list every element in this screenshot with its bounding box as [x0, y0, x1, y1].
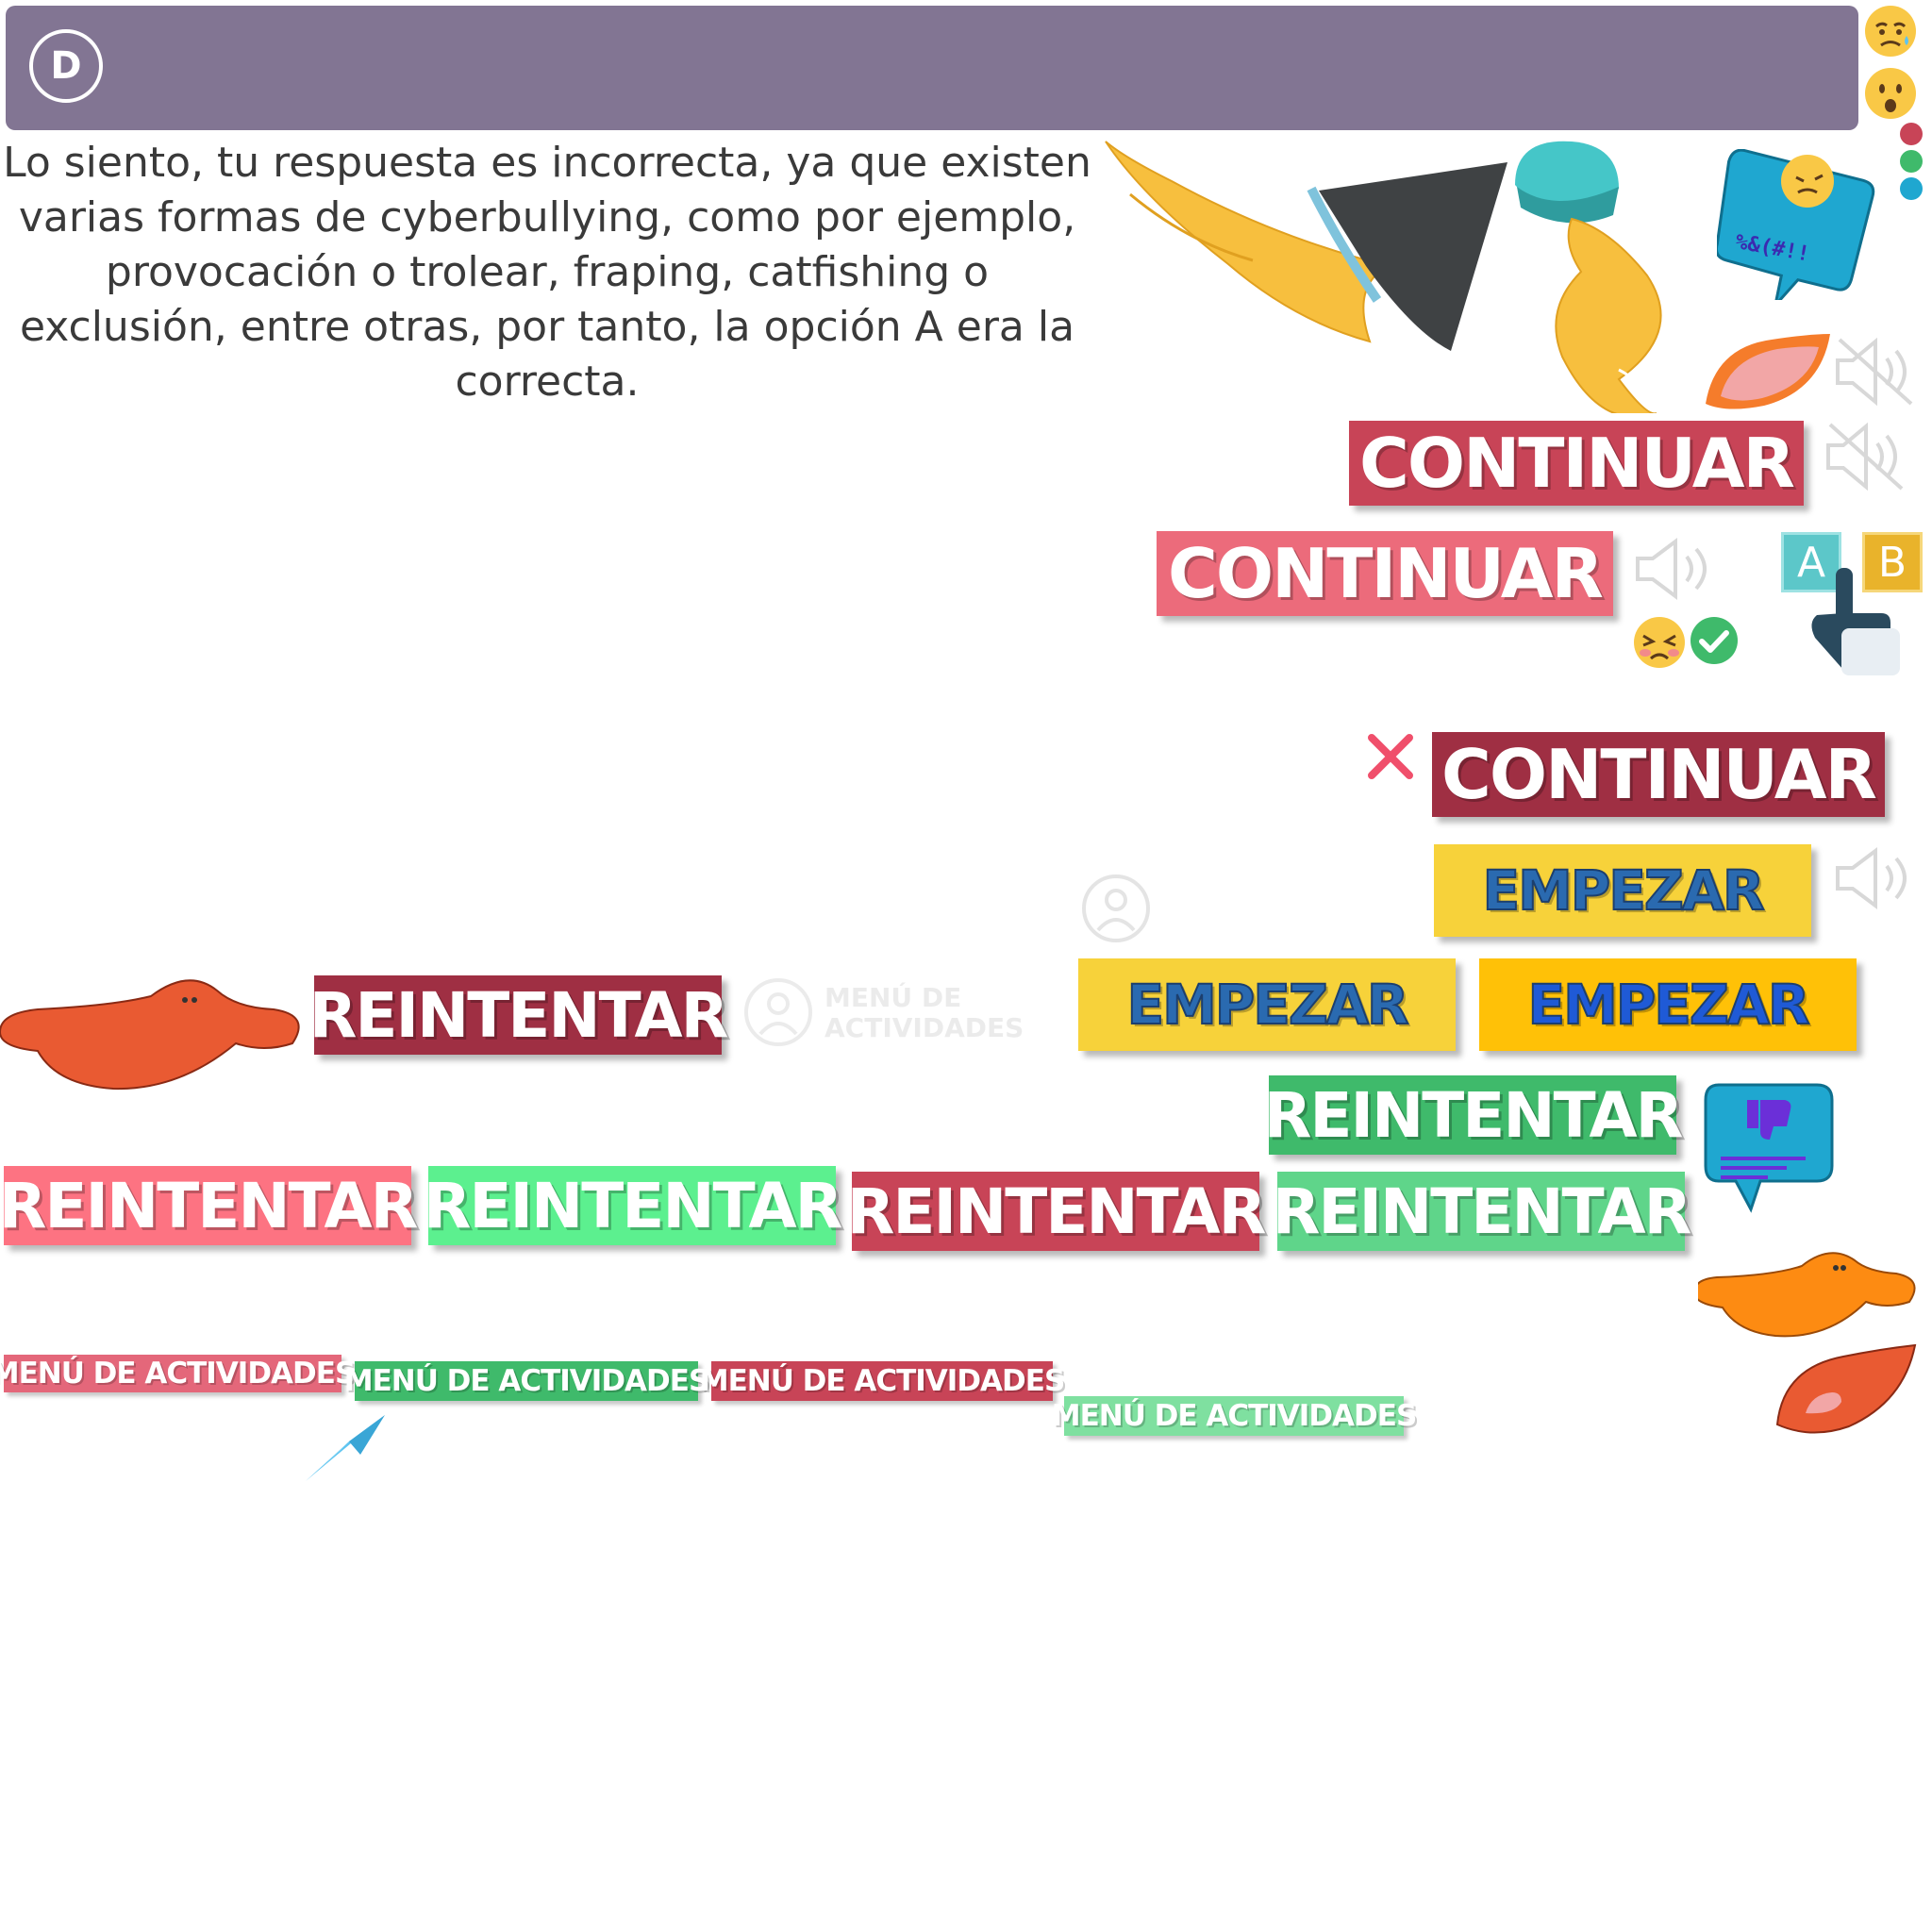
tongue-shape-icon — [0, 979, 300, 1091]
ab-choice-hand-icon: A B — [1779, 530, 1930, 681]
feedback-message: Lo siento, tu respuesta es incorrecta, y… — [3, 139, 1091, 406]
empezar-button[interactable]: EMPEZAR — [1479, 958, 1857, 1051]
speaker-icon[interactable] — [1632, 536, 1717, 602]
reintentar-button[interactable]: REINTENTAR — [847, 1172, 1266, 1251]
worried-emoji-icon — [1865, 6, 1916, 57]
reintentar-button[interactable]: REINTENTAR — [1264, 1075, 1683, 1155]
continuar-button[interactable]: CONTINUAR — [1349, 421, 1804, 506]
angel-wing-icon — [1105, 141, 1507, 351]
option-letter-badge: D — [29, 29, 103, 103]
angry-speech-bubble-icon: %&(#!! — [1717, 149, 1875, 300]
menu-actividades-button[interactable]: MENÚ DE ACTIVIDADES — [700, 1361, 1065, 1401]
empezar-button[interactable]: EMPEZAR — [1434, 844, 1811, 937]
header-bar — [6, 6, 1858, 130]
leg-icon — [1515, 141, 1662, 413]
tongue-shape-icon — [1698, 1252, 1916, 1338]
upset-emoji-icon — [1634, 617, 1685, 668]
reintentar-button[interactable]: REINTENTAR — [0, 1166, 418, 1245]
paper-plane-icon — [306, 1415, 385, 1481]
menu-activities-icon[interactable] — [1075, 868, 1157, 949]
reintentar-button[interactable]: REINTENTAR — [309, 975, 728, 1055]
speaker-icon[interactable] — [1832, 845, 1917, 911]
reintentar-button[interactable]: REINTENTAR — [424, 1166, 842, 1245]
menu-actividades-button[interactable]: MENÚ DE ACTIVIDADES — [0, 1355, 356, 1392]
check-icon — [1690, 617, 1738, 664]
continuar-button[interactable]: CONTINUAR — [1157, 531, 1613, 616]
mute-icon[interactable] — [1832, 334, 1917, 409]
menu-actividades-button[interactable]: MENÚ DE ACTIVIDADES — [344, 1361, 709, 1401]
surprised-emoji-icon — [1865, 68, 1916, 119]
tongue-shape-icon — [1775, 1343, 1917, 1434]
status-dots-icon — [1900, 123, 1923, 200]
tongue-shape-icon — [1706, 334, 1830, 409]
close-icon[interactable] — [1366, 732, 1415, 781]
menu-activities-ghost-label: MENÚ DE ACTIVIDADES — [824, 982, 1024, 1043]
mute-icon[interactable] — [1823, 419, 1907, 494]
reintentar-button[interactable]: REINTENTAR — [1273, 1172, 1691, 1251]
menu-actividades-button[interactable]: MENÚ DE ACTIVIDADES — [1052, 1396, 1417, 1436]
continuar-button[interactable]: CONTINUAR — [1432, 732, 1885, 817]
dislike-bubble-icon — [1704, 1083, 1834, 1213]
menu-activities-ghost[interactable]: MENÚ DE ACTIVIDADES — [738, 972, 1024, 1053]
empezar-button[interactable]: EMPEZAR — [1078, 958, 1456, 1051]
